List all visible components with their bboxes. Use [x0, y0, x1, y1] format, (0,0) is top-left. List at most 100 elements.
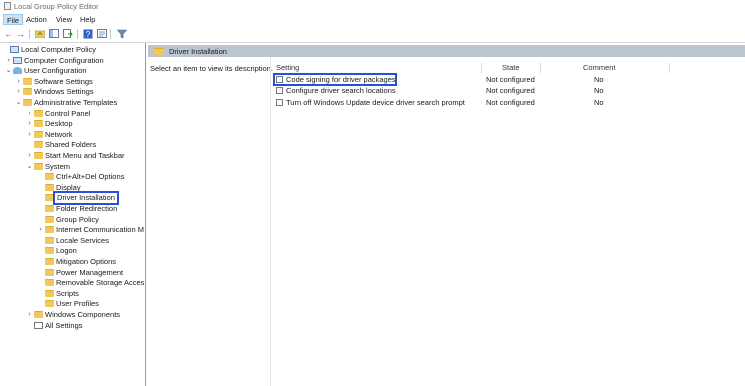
column-divider[interactable]	[669, 63, 670, 73]
chevron-right-icon[interactable]: ›	[26, 119, 33, 129]
app-icon	[4, 2, 11, 10]
tree-item[interactable]: ⌄ Administrative Templates	[15, 98, 145, 108]
toolbar: ← → ?	[0, 27, 745, 41]
chevron-right-icon[interactable]: ›	[26, 310, 33, 320]
menu-help[interactable]: Help	[77, 14, 98, 25]
tree-item-label: Mitigation Options	[56, 257, 117, 266]
folder-icon	[23, 77, 32, 85]
chevron-right-icon[interactable]: ›	[5, 56, 12, 66]
tree-item[interactable]: › Start Menu and Taskbar	[26, 151, 145, 161]
tree-item[interactable]: Group Policy	[37, 215, 145, 225]
chevron-right-icon[interactable]: ›	[26, 130, 33, 140]
tree-item-label: Network	[45, 129, 73, 139]
tree-item-label: User Profiles	[56, 299, 99, 309]
person-icon	[13, 67, 22, 75]
chevron-right-icon[interactable]: ›	[37, 225, 44, 235]
tree-item-label: Power Management	[56, 267, 124, 277]
tree-item-label: Software Settings	[34, 76, 93, 86]
setting-state: Not configured	[486, 97, 535, 107]
details-header: Driver Installation	[148, 45, 745, 57]
tree-item-label: User Configuration	[24, 66, 87, 76]
tree-item[interactable]: › Control Panel	[26, 109, 145, 119]
description-divider	[270, 57, 271, 386]
menu-file[interactable]: File	[3, 14, 24, 25]
tree-item[interactable]: Removable Storage Acces	[37, 278, 145, 288]
tree-item-label: Windows Components	[45, 310, 121, 319]
filter-icon[interactable]	[116, 28, 127, 39]
forward-icon[interactable]: →	[15, 28, 26, 39]
tree-item[interactable]: Locale Services	[37, 236, 145, 246]
tree-item-label: Locale Services	[56, 235, 109, 245]
tree-item[interactable]: › Windows Settings	[15, 87, 145, 97]
chevron-down-icon[interactable]: ⌄	[26, 162, 33, 172]
computer-icon	[13, 56, 22, 64]
chevron-right-icon[interactable]: ›	[15, 87, 22, 97]
tree-item-label: Driver Installation	[53, 191, 119, 206]
column-header-comment[interactable]: Comment	[583, 63, 616, 72]
tree-item[interactable]: Scripts	[37, 289, 145, 299]
tree-item[interactable]: User Profiles	[37, 299, 145, 309]
folder-icon	[34, 130, 43, 138]
tree-item[interactable]: Mitigation Options	[37, 257, 145, 267]
folder-icon	[45, 183, 54, 191]
folder-icon	[45, 289, 54, 297]
folder-icon	[45, 279, 54, 287]
tree-item[interactable]: › Software Settings	[15, 77, 145, 87]
help-icon[interactable]: ?	[82, 28, 93, 39]
menu-action[interactable]: Action	[23, 14, 50, 25]
tree-item[interactable]: › Network	[26, 130, 145, 140]
chevron-right-icon[interactable]: ›	[15, 77, 22, 87]
chevron-right-icon[interactable]: ›	[26, 109, 33, 119]
column-divider[interactable]	[481, 63, 482, 73]
tree-item-label: Logon	[56, 246, 77, 256]
tree-item-label: All Settings	[45, 320, 83, 330]
tree-item[interactable]: Display	[37, 183, 145, 193]
chevron-down-icon[interactable]: ⌄	[5, 66, 12, 76]
tree-item[interactable]: All Settings	[26, 321, 145, 331]
tree-item-label: Group Policy	[56, 214, 99, 224]
folder-icon	[34, 109, 43, 117]
folder-icon	[45, 247, 54, 255]
properties-view-icon[interactable]	[96, 28, 107, 39]
tree-item[interactable]: Driver Installation	[37, 191, 145, 206]
setting-row[interactable]: Configure driver search locations Not con…	[274, 85, 744, 96]
column-header-state[interactable]: State	[502, 63, 520, 72]
folder-icon	[45, 215, 54, 223]
tree-item[interactable]: › Desktop	[26, 119, 145, 129]
chevron-right-icon[interactable]: ›	[26, 151, 33, 161]
tree-item[interactable]: Shared Folders	[26, 140, 145, 150]
tree-item[interactable]: › Windows Components	[26, 310, 145, 320]
tree-item[interactable]: Power Management	[37, 268, 145, 278]
tree-item-label: Desktop	[45, 119, 73, 129]
setting-row[interactable]: Turn off Windows Update device driver se…	[274, 97, 744, 108]
setting-comment: No	[594, 75, 604, 84]
folder-icon	[23, 99, 32, 106]
column-divider[interactable]	[540, 63, 541, 73]
tree-item-label: Ctrl+Alt+Del Options	[56, 172, 125, 182]
tree-item-label: Folder Redirection	[56, 204, 118, 213]
tree-item-label: Local Computer Policy	[21, 45, 97, 54]
chevron-down-icon[interactable]: ⌄	[15, 98, 22, 108]
tree-item[interactable]: ⌄ System	[26, 162, 145, 172]
column-header-setting[interactable]: Setting	[276, 63, 299, 72]
setting-row[interactable]: Code signing for driver packages Not conf…	[273, 73, 744, 86]
policy-setting-icon	[276, 76, 283, 83]
tree-item[interactable]: ⌄ User Configuration	[5, 66, 145, 76]
tree-item[interactable]: Folder Redirection	[37, 204, 145, 214]
up-folder-icon[interactable]	[34, 28, 45, 39]
tree-item[interactable]: Logon	[37, 246, 145, 256]
folder-icon	[34, 162, 43, 170]
tree-item-label: Administrative Templates	[34, 98, 118, 107]
tree-item[interactable]: › Internet Communication M	[37, 225, 145, 235]
menu-view[interactable]: View	[53, 14, 75, 25]
tree-item[interactable]: Local Computer Policy	[2, 45, 145, 55]
setting-name: Code signing for driver packages	[286, 75, 396, 84]
show-hide-tree-icon[interactable]	[48, 28, 59, 39]
details-header-title: Driver Installation	[169, 47, 227, 56]
details-pane: Driver Installation Select an item to vi…	[146, 43, 745, 386]
tree-item[interactable]: › Computer Configuration	[5, 56, 145, 66]
back-icon[interactable]: ←	[3, 28, 14, 39]
export-list-icon[interactable]	[62, 28, 73, 39]
folder-icon	[45, 205, 54, 212]
tree-item[interactable]: Ctrl+Alt+Del Options	[37, 172, 145, 182]
